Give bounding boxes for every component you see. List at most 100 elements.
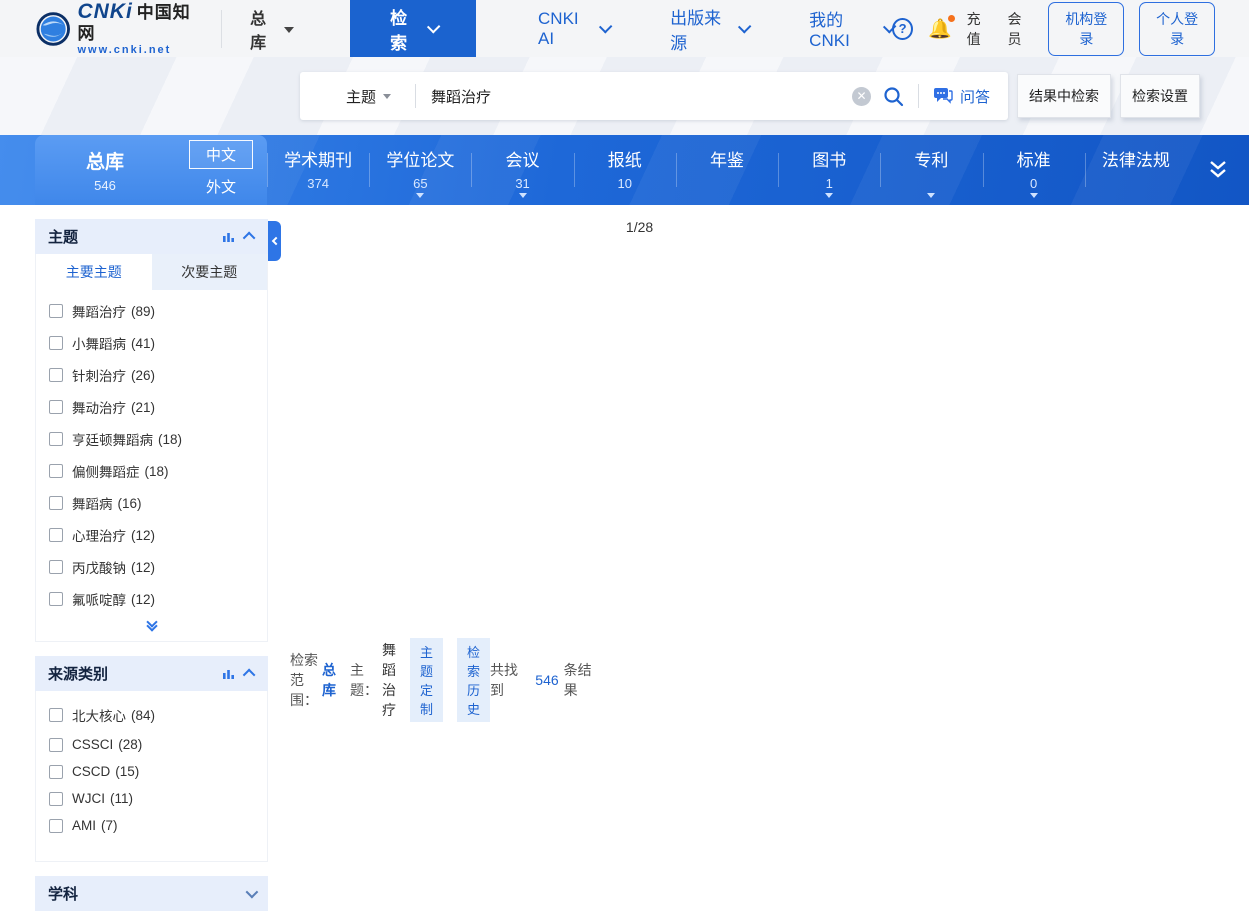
db-tab[interactable]: 学位论文 65 bbox=[369, 135, 471, 205]
checkbox[interactable] bbox=[49, 496, 63, 510]
chevron-up-icon[interactable] bbox=[243, 232, 256, 245]
site-switcher-zongku[interactable]: 总库 bbox=[250, 5, 294, 53]
org-login-button[interactable]: 机构登录 bbox=[1048, 2, 1124, 56]
topic-tab[interactable]: 主要主题 bbox=[36, 254, 152, 290]
item-count: (7) bbox=[101, 818, 118, 833]
checkbox[interactable] bbox=[49, 464, 63, 478]
bar-chart-icon[interactable] bbox=[222, 667, 236, 680]
search-field-select[interactable]: 主题 bbox=[300, 86, 415, 107]
db-tab-zongku-active[interactable]: 总库 546 中文 外文 bbox=[35, 135, 267, 205]
db-tab[interactable]: 法律法规 bbox=[1085, 135, 1187, 205]
more-databases-button[interactable] bbox=[1187, 135, 1249, 205]
checkbox[interactable] bbox=[49, 792, 63, 806]
item-count: (28) bbox=[118, 737, 142, 752]
clear-search-icon[interactable]: ✕ bbox=[852, 87, 871, 106]
chevron-down-icon[interactable] bbox=[246, 886, 259, 899]
checkbox[interactable] bbox=[49, 432, 63, 446]
item-count: (12) bbox=[131, 592, 155, 607]
checkbox[interactable] bbox=[49, 738, 63, 752]
nav-item-cnki-ai[interactable]: CNKI AI bbox=[538, 9, 608, 49]
nav-item-search[interactable]: 检索 bbox=[350, 0, 476, 57]
results-count: 共找到 546 条结果 1/28 › bbox=[490, 219, 1249, 922]
filter-checkbox-item[interactable]: 北大核心 (84) bbox=[36, 699, 267, 731]
filter-checkbox-item[interactable]: 舞动治疗 (21) bbox=[36, 391, 267, 423]
personal-login-button[interactable]: 个人登录 bbox=[1139, 2, 1215, 56]
filter-checkbox-item[interactable]: 针刺治疗 (26) bbox=[36, 359, 267, 391]
topic-customize-button[interactable]: 主题定制 bbox=[410, 638, 443, 722]
db-tab[interactable]: 会议 31 bbox=[471, 135, 573, 205]
filter-checkbox-item[interactable]: 丙戊酸钠 (12) bbox=[36, 551, 267, 583]
filter-checkbox-item[interactable]: 偏侧舞蹈症 (18) bbox=[36, 455, 267, 487]
db-tab[interactable]: 专利 bbox=[880, 135, 982, 205]
member-link[interactable]: 会员 bbox=[1008, 9, 1034, 49]
sidebar-collapse-handle[interactable] bbox=[268, 221, 281, 261]
chevron-left-icon bbox=[272, 237, 280, 245]
db-count: 31 bbox=[515, 176, 529, 191]
filter-checkbox-item[interactable]: 小舞蹈病 (41) bbox=[36, 327, 267, 359]
checkbox[interactable] bbox=[49, 304, 63, 318]
db-tab[interactable]: 图书 1 bbox=[778, 135, 880, 205]
cnki-search-results-page: CNKi中国知网 www.cnki.net 总库 检索 CNKI AI 出版来源 bbox=[0, 0, 1249, 922]
search-icon[interactable] bbox=[883, 86, 904, 107]
help-icon[interactable]: ? bbox=[892, 18, 913, 40]
logo-url: www.cnki.net bbox=[77, 44, 203, 56]
chevron-up-icon[interactable] bbox=[243, 669, 256, 682]
filter-group-source-type: 来源类别 北大核心 (84) bbox=[35, 656, 268, 862]
filter-group-header[interactable]: 学科 bbox=[35, 876, 268, 911]
expand-more-button[interactable] bbox=[36, 615, 267, 641]
language-option[interactable]: 中文 bbox=[189, 140, 253, 169]
recharge-link[interactable]: 充值 bbox=[967, 9, 993, 49]
chevron-down-icon bbox=[738, 20, 752, 34]
checkbox[interactable] bbox=[49, 708, 63, 722]
filter-checkbox-item[interactable]: 氟哌啶醇 (12) bbox=[36, 583, 267, 615]
filter-checkbox-item[interactable]: 舞蹈治疗 (89) bbox=[36, 295, 267, 327]
caret-down-icon bbox=[1030, 193, 1038, 198]
filter-group-header[interactable]: 来源类别 bbox=[35, 656, 268, 691]
filter-group-subject: 学科 bbox=[35, 876, 268, 911]
db-tab[interactable]: 学术期刊 374 bbox=[267, 135, 369, 205]
filter-checkbox-item[interactable]: WJCI (11) bbox=[36, 785, 267, 812]
checkbox[interactable] bbox=[49, 765, 63, 779]
db-tab[interactable]: 报纸 10 bbox=[574, 135, 676, 205]
caret-down-icon bbox=[416, 193, 424, 198]
notification-bell-icon[interactable]: 🔔 bbox=[928, 17, 952, 41]
db-count: 0 bbox=[1030, 176, 1037, 191]
scope-value[interactable]: 总库 bbox=[322, 660, 336, 700]
checkbox[interactable] bbox=[49, 560, 63, 574]
bar-chart-icon[interactable] bbox=[222, 230, 236, 243]
db-count: 65 bbox=[413, 176, 427, 191]
results-area: 检索范围： 总库 主题： 舞蹈治疗 主题定制 检索历史 共找到 546 条结果 … bbox=[290, 219, 1239, 922]
cnki-logo[interactable]: CNKi中国知网 www.cnki.net bbox=[36, 10, 222, 48]
checkbox[interactable] bbox=[49, 368, 63, 382]
filter-sidebar: 主题 主要主题 次要主题 bbox=[35, 219, 268, 922]
caret-down-icon bbox=[927, 193, 935, 198]
checkbox[interactable] bbox=[49, 400, 63, 414]
filter-checkbox-item[interactable]: 舞蹈病 (16) bbox=[36, 487, 267, 519]
topic-tabs: 主要主题 次要主题 bbox=[36, 254, 267, 290]
filter-group-header[interactable]: 主题 bbox=[35, 219, 268, 254]
checkbox[interactable] bbox=[49, 336, 63, 350]
nav-item-my-cnki[interactable]: 我的CNKI bbox=[809, 6, 892, 51]
filter-checkbox-item[interactable]: CSCD (15) bbox=[36, 758, 267, 785]
item-count: (12) bbox=[131, 528, 155, 543]
filter-checkbox-item[interactable]: AMI (7) bbox=[36, 812, 267, 839]
filter-checkbox-item[interactable]: CSSCI (28) bbox=[36, 731, 267, 758]
checkbox[interactable] bbox=[49, 819, 63, 833]
search-input[interactable] bbox=[416, 88, 852, 105]
db-count: 1 bbox=[826, 176, 833, 191]
topic-tab[interactable]: 次要主题 bbox=[152, 254, 268, 290]
search-settings-button[interactable]: 检索设置 bbox=[1120, 74, 1200, 118]
qa-button[interactable]: 问答 bbox=[919, 86, 1008, 107]
checkbox[interactable] bbox=[49, 592, 63, 606]
item-count: (26) bbox=[131, 368, 155, 383]
filter-checkbox-item[interactable]: 亨廷顿舞蹈病 (18) bbox=[36, 423, 267, 455]
db-tab[interactable]: 年鉴 bbox=[676, 135, 778, 205]
filter-checkbox-item[interactable]: 心理治疗 (12) bbox=[36, 519, 267, 551]
db-tab[interactable]: 标准 0 bbox=[983, 135, 1085, 205]
search-history-button[interactable]: 检索历史 bbox=[457, 638, 490, 722]
top-nav: 总库 检索 CNKI AI 出版来源 我的CNKI bbox=[222, 0, 892, 57]
language-option[interactable]: 外文 bbox=[190, 173, 252, 200]
checkbox[interactable] bbox=[49, 528, 63, 542]
search-in-results-button[interactable]: 结果中检索 bbox=[1017, 74, 1111, 118]
nav-item-publish-source[interactable]: 出版来源 bbox=[670, 4, 747, 54]
